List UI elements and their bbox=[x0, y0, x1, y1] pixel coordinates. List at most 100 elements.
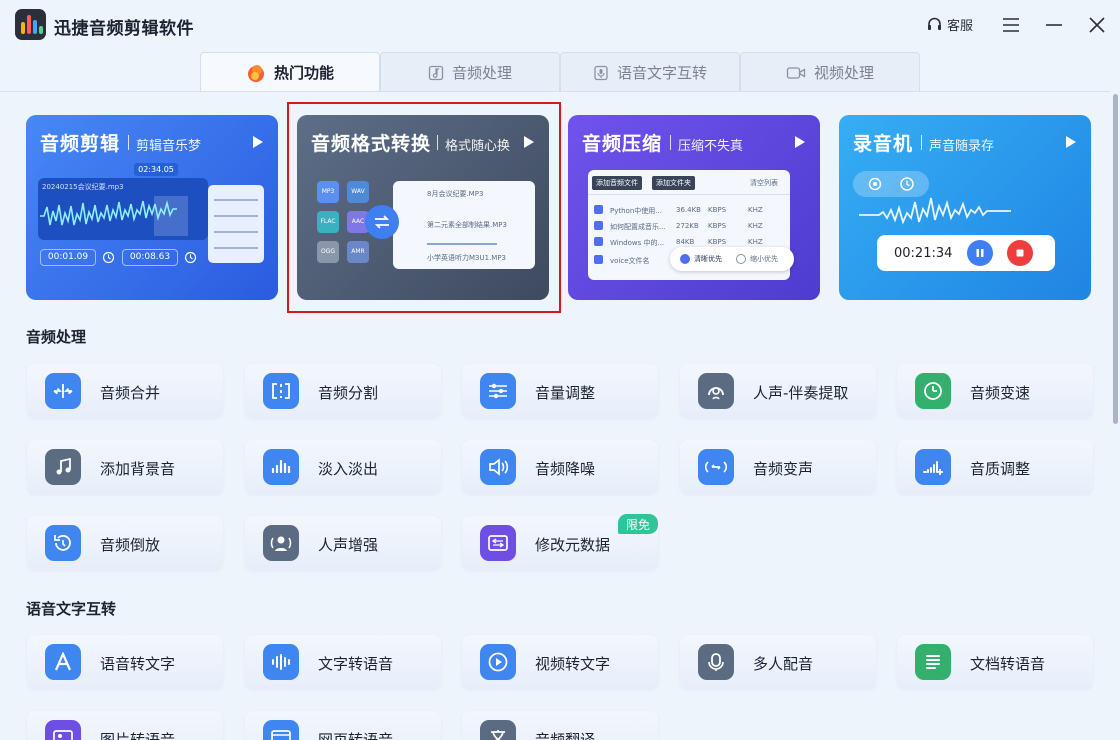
speaker-icon bbox=[480, 449, 516, 485]
feature-tile-audio-split[interactable]: 音频分割 bbox=[245, 364, 441, 418]
hero-card-subtitle: 压缩不失真 bbox=[678, 139, 744, 154]
tab-audio-processing[interactable]: 音频处理 bbox=[380, 52, 560, 92]
clock-icon bbox=[102, 251, 115, 264]
selection-highlight bbox=[287, 102, 561, 313]
section-title-audio-processing: 音频处理 bbox=[26, 328, 87, 346]
pause-icon bbox=[967, 240, 993, 266]
row-rate: KHZ bbox=[748, 222, 763, 230]
waveform-panel: 20240215会议纪要.mp3 bbox=[38, 178, 208, 240]
translate-icon bbox=[480, 720, 516, 740]
clock-icon bbox=[900, 177, 914, 191]
hamburger-menu-icon bbox=[1003, 18, 1019, 32]
clear-list-chip: 清空列表 bbox=[750, 179, 778, 187]
feature-label: 音频变速 bbox=[970, 384, 1031, 402]
minimize-button[interactable] bbox=[1041, 12, 1067, 38]
mic-doc-icon bbox=[594, 65, 608, 80]
scrollbar-thumb[interactable] bbox=[1113, 94, 1118, 424]
feature-label: 添加背景音 bbox=[100, 460, 176, 478]
row-size: 84KB bbox=[676, 238, 695, 246]
quality-option-pill: 清晰优先 缩小优先 bbox=[670, 247, 794, 271]
feature-label: 音质调整 bbox=[970, 460, 1031, 478]
tab-hot-features[interactable]: 热门功能 bbox=[200, 52, 380, 92]
feature-tile-video-to-text[interactable]: 视频转文字 bbox=[462, 635, 658, 689]
sliders-icon bbox=[480, 373, 516, 409]
waveform-icon bbox=[40, 196, 188, 236]
row-size: 36.4KB bbox=[676, 206, 701, 214]
section-title-speech-text: 语音文字互转 bbox=[26, 600, 117, 618]
close-button[interactable] bbox=[1084, 12, 1110, 38]
vertical-scrollbar[interactable] bbox=[1111, 92, 1120, 740]
menu-button[interactable] bbox=[998, 12, 1024, 38]
app-title: 迅捷音频剪辑软件 bbox=[54, 19, 194, 39]
hero-card-title: 音频压缩 bbox=[582, 133, 663, 155]
feature-tile-image-to-speech[interactable]: 图片转语音 bbox=[27, 711, 223, 740]
music-doc-icon bbox=[428, 65, 444, 80]
feature-label: 音频合并 bbox=[100, 384, 161, 402]
title-bar: 迅捷音频剪辑软件 客服 bbox=[0, 0, 1120, 50]
feature-tile-speech-to-text[interactable]: 语音转文字 bbox=[27, 635, 223, 689]
row-size: 272KB bbox=[676, 222, 699, 230]
title-separator bbox=[670, 135, 671, 150]
preview-file-name: 20240215会议纪要.mp3 bbox=[42, 183, 124, 191]
feature-tile-fade[interactable]: 淡入淡出 bbox=[245, 440, 441, 494]
free-badge: 限免 bbox=[618, 514, 658, 534]
feature-label: 文档转语音 bbox=[970, 655, 1046, 673]
feature-tile-audio-reverse[interactable]: 音频倒放 bbox=[27, 516, 223, 570]
feature-tile-add-bgm[interactable]: 添加背景音 bbox=[27, 440, 223, 494]
row-rate: KHZ bbox=[748, 238, 763, 246]
hero-card-audio-compression[interactable]: 音频压缩 压缩不失真 添加音频文件 添加文件夹 清空列表 Python中使用..… bbox=[568, 115, 820, 300]
feature-tile-vocal-extract[interactable]: 人声-伴奏提取 bbox=[680, 364, 876, 418]
fire-icon bbox=[247, 64, 264, 82]
recording-timer: 00:21:34 bbox=[894, 246, 953, 261]
quality-bars-icon bbox=[915, 449, 951, 485]
hero-card-title: 音频剪辑 bbox=[40, 133, 121, 155]
document-lines-icon bbox=[915, 644, 951, 680]
row-name: 如何配置成音乐... bbox=[610, 223, 666, 231]
row-rate: KHZ bbox=[748, 206, 763, 214]
feature-label: 图片转语音 bbox=[100, 731, 176, 740]
recorder-control-panel: 00:21:34 bbox=[877, 235, 1055, 271]
feature-tile-voice-change[interactable]: 音频变声 bbox=[680, 440, 876, 494]
metadata-icon bbox=[480, 525, 516, 561]
waveform-icon bbox=[859, 197, 1011, 225]
title-separator bbox=[921, 135, 922, 150]
hero-card-audio-editing[interactable]: 音频剪辑 剪辑音乐梦 02:34.05 20240215会议纪要.mp3 00:… bbox=[26, 115, 278, 300]
speed-icon bbox=[915, 373, 951, 409]
feature-tile-multi-voice[interactable]: 多人配音 bbox=[680, 635, 876, 689]
voice-enhance-icon bbox=[263, 525, 299, 561]
customer-service-button[interactable]: 客服 bbox=[926, 14, 973, 34]
letter-a-icon bbox=[45, 644, 81, 680]
tab-label: 视频处理 bbox=[813, 64, 874, 82]
feature-tile-audio-speed[interactable]: 音频变速 bbox=[897, 364, 1093, 418]
feature-tile-volume-adjust[interactable]: 音量调整 bbox=[462, 364, 658, 418]
feature-tile-audio-translate[interactable]: 音频翻译 bbox=[462, 711, 658, 740]
feature-label: 修改元数据 bbox=[535, 536, 611, 554]
feature-tile-quality-adjust[interactable]: 音质调整 bbox=[897, 440, 1093, 494]
feature-tile-noise-reduction[interactable]: 音频降噪 bbox=[462, 440, 658, 494]
play-circle-icon bbox=[480, 644, 516, 680]
feature-tile-doc-to-speech[interactable]: 文档转语音 bbox=[897, 635, 1093, 689]
feature-label: 人声增强 bbox=[318, 536, 379, 554]
play-arrow-icon bbox=[795, 136, 805, 148]
feature-label: 音频变声 bbox=[753, 460, 814, 478]
feature-tile-text-to-speech[interactable]: 文字转语音 bbox=[245, 635, 441, 689]
image-icon bbox=[45, 720, 81, 740]
row-unit: KBPS bbox=[708, 206, 727, 214]
video-camera-icon bbox=[786, 66, 806, 79]
tab-video-processing[interactable]: 视频处理 bbox=[740, 52, 920, 92]
tab-speech-text[interactable]: 语音文字互转 bbox=[560, 52, 740, 92]
hero-card-recorder[interactable]: 录音机 声音随录存 00:21:34 bbox=[839, 115, 1091, 300]
feature-label: 音频降噪 bbox=[535, 460, 596, 478]
feature-tile-web-to-speech[interactable]: 网页转语音 bbox=[245, 711, 441, 740]
feature-tile-audio-merge[interactable]: 音频合并 bbox=[27, 364, 223, 418]
tab-label: 语音文字互转 bbox=[616, 64, 707, 82]
recorder-toolbar bbox=[853, 171, 929, 197]
music-note-icon bbox=[45, 449, 81, 485]
effect-sliders-panel bbox=[208, 185, 264, 263]
feature-label: 多人配音 bbox=[753, 655, 814, 673]
feature-label: 音频倒放 bbox=[100, 536, 161, 554]
feature-tile-voice-enhance[interactable]: 人声增强 bbox=[245, 516, 441, 570]
option-clear-first: 清晰优先 bbox=[694, 255, 722, 263]
play-arrow-icon bbox=[253, 136, 263, 148]
vocal-extract-icon bbox=[698, 373, 734, 409]
